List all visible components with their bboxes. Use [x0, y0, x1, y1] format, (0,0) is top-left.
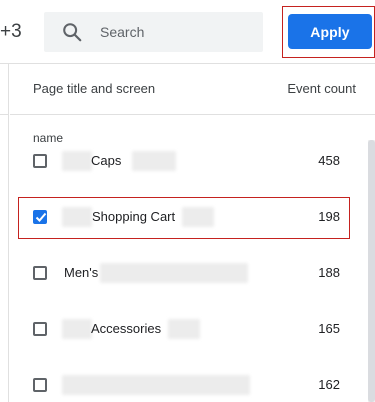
- row-label: Caps: [91, 153, 122, 168]
- row-label: Accessories: [91, 321, 162, 336]
- checkbox[interactable]: [33, 266, 47, 280]
- column-header: Page title and screen Event count: [10, 64, 375, 114]
- apply-button[interactable]: Apply: [288, 14, 372, 49]
- scrollbar-thumb[interactable]: [368, 140, 375, 402]
- search-icon: [63, 23, 82, 42]
- table-row[interactable]: Caps 458: [10, 148, 362, 178]
- table-row[interactable]: Men's 188: [10, 260, 362, 290]
- redacted-text: [100, 263, 248, 283]
- table-row[interactable]: Accessories 165: [10, 316, 362, 346]
- row-value: 188: [318, 265, 340, 280]
- column-title[interactable]: Page title and screen: [33, 81, 155, 96]
- left-gutter: [0, 64, 9, 402]
- checkbox[interactable]: [33, 378, 47, 392]
- apply-highlight: Apply: [282, 6, 375, 58]
- redacted-text: [62, 151, 92, 171]
- dimension-label: name: [33, 131, 64, 145]
- selected-count: +3: [0, 21, 22, 42]
- redacted-text: [62, 319, 92, 339]
- row-value: 165: [318, 321, 340, 336]
- checkbox[interactable]: [33, 154, 47, 168]
- table-row[interactable]: 162: [10, 372, 362, 402]
- checkbox[interactable]: [33, 322, 47, 336]
- redacted-text: [168, 319, 200, 339]
- scrollbar[interactable]: [368, 140, 375, 402]
- search-box[interactable]: [44, 12, 263, 52]
- top-bar: +3 Apply: [0, 0, 375, 63]
- redacted-text: [62, 375, 250, 395]
- row-value: 162: [318, 377, 340, 392]
- divider: [10, 114, 375, 115]
- column-event-count[interactable]: Event count: [287, 81, 356, 96]
- redacted-text: [132, 151, 176, 171]
- row-label: Men's: [64, 265, 99, 280]
- selection-highlight: [18, 197, 350, 239]
- row-value: 458: [318, 153, 340, 168]
- search-input[interactable]: [100, 12, 256, 52]
- filter-panel: +3 Apply Page title and screen Event cou…: [0, 0, 375, 402]
